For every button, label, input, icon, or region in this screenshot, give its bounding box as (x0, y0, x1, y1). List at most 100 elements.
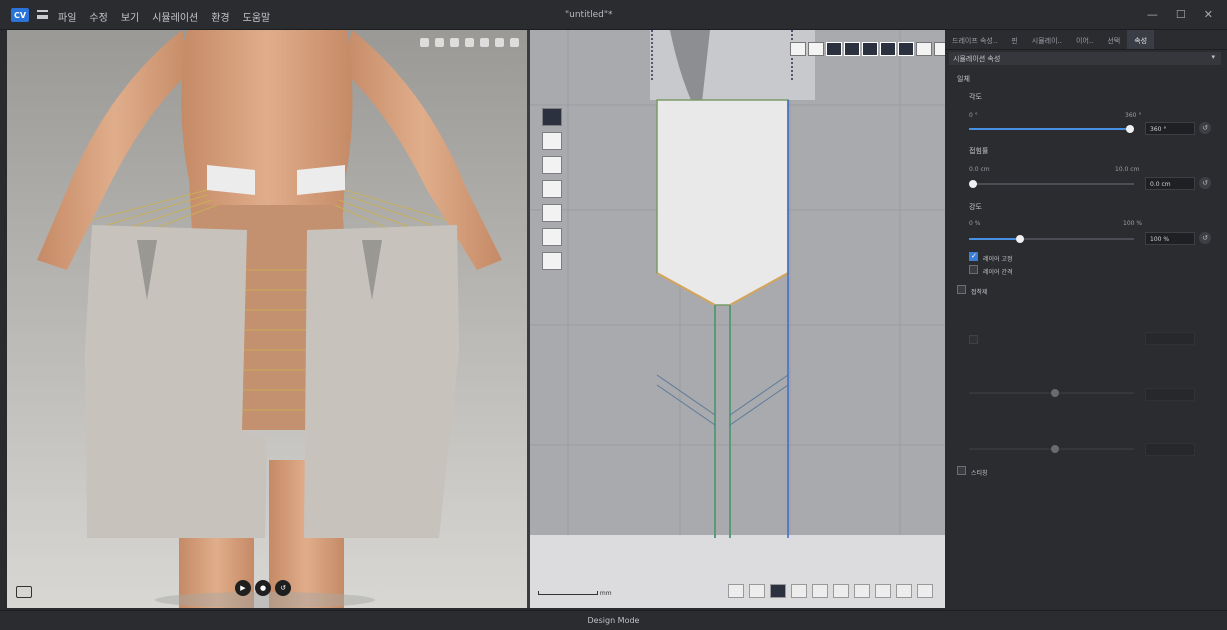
tool-2-icon[interactable] (749, 584, 765, 598)
angle-input[interactable]: 360 ° (1145, 122, 1195, 135)
layer-gap-checkbox[interactable] (969, 265, 978, 274)
polygon-icon[interactable] (542, 156, 562, 174)
simulation-controls: ▶ ● ↺ (235, 580, 291, 596)
tool-10-icon[interactable] (917, 584, 933, 598)
subhead-dropdown[interactable]: 시뮬레이션 속성 (949, 52, 1221, 65)
toggle-6-icon[interactable] (916, 42, 932, 56)
scale-bar: mm (538, 590, 612, 597)
strength-max-label: 100 % (1123, 220, 1143, 227)
status-bar: Design Mode (0, 610, 1227, 630)
adhesive-label: 접착제 (971, 289, 988, 296)
menu-environment[interactable]: 환경 (211, 9, 229, 24)
group-fold-title: 접힘률 (969, 147, 989, 155)
avatar-icon[interactable] (495, 38, 504, 47)
tool-8-icon[interactable] (875, 584, 891, 598)
slider-knob[interactable] (969, 180, 977, 188)
fold-min-label: 0.0 cm (969, 166, 990, 173)
internal-icon[interactable] (542, 180, 562, 198)
tab-property[interactable]: 속성 (1127, 30, 1155, 49)
slider-knob[interactable] (1016, 235, 1024, 243)
adhesive-checkbox[interactable] (957, 285, 966, 294)
light-icon[interactable] (435, 38, 444, 47)
slider-knob[interactable] (1126, 125, 1134, 133)
menu-view[interactable]: 보기 (121, 9, 139, 24)
group-strength-title: 강도 (969, 203, 982, 211)
viewport-3d[interactable]: ▶ ● ↺ (7, 30, 527, 608)
fold-input[interactable]: 0.0 cm (1145, 177, 1195, 190)
arrange-icon[interactable] (808, 42, 824, 56)
title-bar: CV 파일 수정 보기 시뮬레이션 환경 도움말 "untitled"* — ☐… (0, 0, 1227, 30)
menu-edit[interactable]: 수정 (89, 9, 107, 24)
hamburger-menu-icon[interactable] (37, 10, 48, 19)
tool-7-icon[interactable] (854, 584, 870, 598)
viewport-toolbar (420, 38, 519, 47)
tool-5-icon[interactable] (812, 584, 828, 598)
layer-fix-label: 레이어 고정 (983, 256, 1013, 263)
segment-icon[interactable] (542, 132, 562, 150)
scale-label: mm (599, 590, 612, 597)
close-button[interactable]: ✕ (1204, 8, 1213, 21)
stitching-label: 스티칭 (971, 470, 988, 477)
reset-icon[interactable]: ↺ (1199, 122, 1211, 134)
strength-input[interactable]: 100 % (1145, 232, 1195, 245)
minimize-button[interactable]: — (1147, 8, 1158, 21)
rectangle-icon[interactable] (542, 228, 562, 246)
transform-icon[interactable] (790, 42, 806, 56)
pattern-bottom-toolbar (728, 584, 933, 598)
sewing-icon[interactable] (542, 252, 562, 270)
tab-layer[interactable]: 이어.. (1069, 30, 1100, 49)
reset-icon[interactable]: ↺ (1199, 177, 1211, 189)
layer-icon[interactable] (480, 38, 489, 47)
avatar-scene (7, 30, 527, 608)
pattern-canvas (530, 30, 945, 608)
panel-tabs: 드레이프 속성.. 핀 시뮬레이.. 이어.. 선택 속성 (945, 30, 1227, 50)
pattern-top-toolbar (790, 42, 945, 56)
tool-1-icon[interactable] (728, 584, 744, 598)
toggle-2-icon[interactable] (844, 42, 860, 56)
toggle-7-icon[interactable] (934, 42, 945, 56)
section-title: 일체 (957, 75, 970, 83)
tab-select[interactable]: 선택 (1100, 30, 1127, 49)
record-icon[interactable]: ● (255, 580, 271, 596)
menu-simulation[interactable]: 시뮬레이션 (152, 9, 198, 24)
view-icon[interactable] (420, 38, 429, 47)
tool-6-icon[interactable] (833, 584, 849, 598)
screenshot-icon[interactable] (16, 586, 32, 598)
play-icon[interactable]: ▶ (235, 580, 251, 596)
stitching-checkbox[interactable] (957, 466, 966, 475)
reset-icon[interactable]: ↺ (1199, 232, 1211, 244)
tab-pin[interactable]: 핀 (1004, 30, 1024, 49)
angle-max-label: 360 ° (1125, 112, 1142, 119)
reset-icon[interactable]: ↺ (275, 580, 291, 596)
tool-3-icon[interactable] (770, 584, 786, 598)
toggle-5-icon[interactable] (898, 42, 914, 56)
strength-slider[interactable] (969, 235, 1134, 243)
viewport-2d[interactable]: mm (530, 30, 945, 608)
grid-icon[interactable] (450, 38, 459, 47)
tool-9-icon[interactable] (896, 584, 912, 598)
camera-icon[interactable] (465, 38, 474, 47)
circle-icon[interactable] (542, 204, 562, 222)
toggle-1-icon[interactable] (826, 42, 842, 56)
menu-file[interactable]: 파일 (58, 9, 76, 24)
strength-min-label: 0 % (969, 220, 981, 227)
select-icon[interactable] (542, 108, 562, 126)
property-panel: 드레이프 속성.. 핀 시뮬레이.. 이어.. 선택 속성 시뮬레이션 속성 일… (945, 30, 1227, 610)
menu-help[interactable]: 도움말 (243, 9, 271, 24)
menu-bar: 파일 수정 보기 시뮬레이션 환경 도움말 (58, 9, 270, 24)
tab-drape[interactable]: 드레이프 속성.. (945, 30, 1004, 49)
fold-max-label: 10.0 cm (1115, 166, 1140, 173)
toggle-3-icon[interactable] (862, 42, 878, 56)
toggle-4-icon[interactable] (880, 42, 896, 56)
tab-simulation[interactable]: 시뮬레이.. (1025, 30, 1069, 49)
settings-icon[interactable] (510, 38, 519, 47)
app-logo: CV (11, 8, 29, 22)
angle-slider[interactable] (969, 125, 1134, 133)
layer-gap-label: 레이어 간격 (983, 269, 1013, 276)
maximize-button[interactable]: ☐ (1176, 8, 1186, 21)
angle-min-label: 0 ° (969, 112, 978, 119)
pattern-toolbar (542, 108, 562, 270)
layer-fix-checkbox[interactable] (969, 252, 978, 261)
tool-4-icon[interactable] (791, 584, 807, 598)
fold-slider[interactable] (969, 180, 1134, 188)
